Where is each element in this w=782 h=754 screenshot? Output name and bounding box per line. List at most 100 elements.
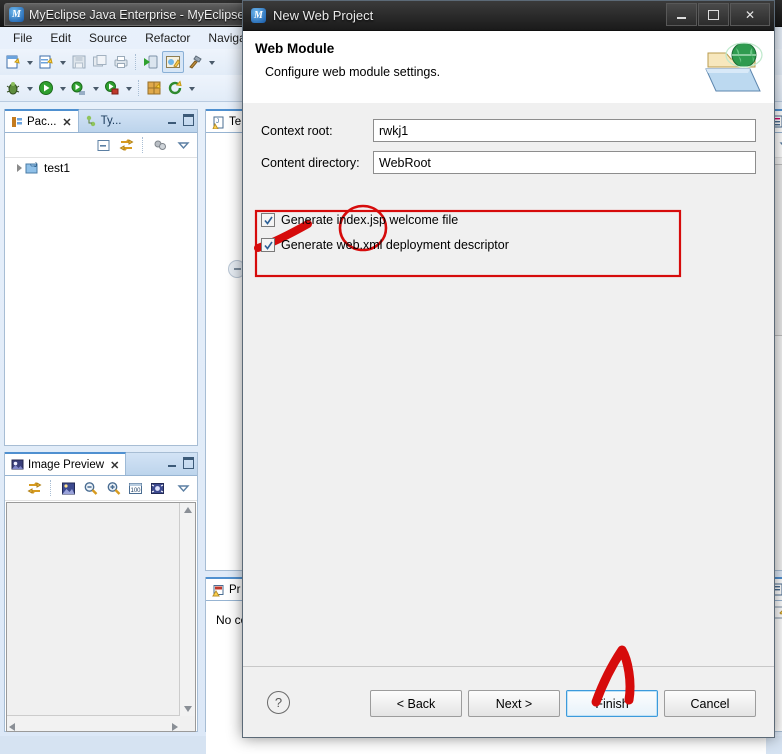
tab-type-hierarchy[interactable]: Ty... — [79, 110, 128, 132]
next-button[interactable]: Next > — [468, 690, 560, 717]
new-wizard-icon[interactable] — [3, 52, 23, 72]
original-size-icon[interactable] — [58, 478, 77, 498]
new-java-class-icon[interactable] — [36, 52, 56, 72]
field-spacer — [261, 183, 756, 207]
content-directory-input[interactable]: WebRoot — [373, 151, 756, 174]
dropdown-arrow-icon[interactable] — [206, 53, 217, 71]
package-explorer-toolbar[interactable] — [5, 133, 197, 158]
tab-package-explorer[interactable]: Pac... ✕ — [5, 109, 79, 132]
dialog-window-buttons[interactable]: ✕ — [666, 3, 770, 26]
tab-label: Pr — [229, 584, 241, 596]
fit-to-window-icon[interactable] — [148, 478, 167, 498]
back-button[interactable]: < Back — [370, 690, 462, 717]
myeclipse-wizard-icon: M — [251, 8, 266, 23]
close-icon[interactable]: ✕ — [62, 116, 71, 129]
manage-deployments-icon[interactable] — [162, 51, 184, 73]
package-explorer-body: J test1 — [5, 158, 197, 444]
zoom-out-icon[interactable] — [81, 478, 100, 498]
external-tools-icon[interactable] — [102, 78, 122, 98]
zoom-in-icon[interactable] — [103, 478, 122, 498]
generate-web-xml-row[interactable]: Generate web.xml deployment descriptor — [261, 238, 756, 252]
image-preview-canvas — [6, 502, 196, 732]
context-root-row: Context root: rwkj1 — [261, 119, 756, 142]
toolbar-separator — [142, 137, 144, 153]
dialog-body: Context root: rwkj1 Content directory: W… — [243, 103, 774, 667]
collapse-all-icon[interactable] — [93, 135, 113, 155]
horizontal-scrollbar[interactable] — [7, 715, 180, 731]
minimize-icon[interactable] — [666, 3, 697, 26]
scroll-down-arrow-icon[interactable] — [180, 702, 195, 716]
close-icon[interactable]: ✕ — [110, 459, 119, 472]
dropdown-arrow-icon[interactable] — [90, 79, 101, 97]
help-icon[interactable]: ? — [267, 691, 290, 714]
view-menu-icon[interactable] — [775, 135, 782, 155]
debug-bug-icon[interactable] — [3, 78, 23, 98]
dropdown-arrow-icon[interactable] — [24, 79, 35, 97]
scroll-left-arrow-icon[interactable] — [9, 720, 15, 731]
menu-file[interactable]: File — [4, 29, 41, 47]
tabbar-spacer — [126, 453, 163, 475]
maximize-view-button[interactable] — [180, 453, 197, 473]
svg-text:J: J — [34, 163, 37, 169]
dropdown-arrow-icon[interactable] — [57, 79, 68, 97]
deploy-icon[interactable] — [141, 52, 161, 72]
finish-button[interactable]: Finish — [566, 690, 658, 717]
view-menu-icon[interactable] — [173, 135, 193, 155]
print-icon[interactable] — [111, 52, 131, 72]
menu-edit[interactable]: Edit — [41, 29, 80, 47]
build-hammer-icon[interactable] — [185, 52, 205, 72]
image-preview-tabbar[interactable]: Image Preview ✕ — [5, 452, 197, 476]
minimize-view-button[interactable] — [163, 110, 180, 130]
tabbar-spacer — [128, 110, 164, 132]
toolbar-separator — [135, 54, 137, 70]
link-with-editor-icon[interactable] — [25, 478, 44, 498]
dropdown-arrow-icon[interactable] — [24, 53, 35, 71]
myeclipse-logo-icon: M — [9, 7, 24, 22]
scroll-right-arrow-icon[interactable] — [172, 720, 178, 731]
dropdown-arrow-icon[interactable] — [57, 53, 68, 71]
close-icon[interactable]: ✕ — [730, 3, 770, 26]
image-preview-view: Image Preview ✕ 100 — [4, 452, 198, 732]
ide-title-tab: M MyEclipse Java Enterprise - MyEclipse — [4, 3, 256, 26]
context-root-input[interactable]: rwkj1 — [373, 119, 756, 142]
menu-source[interactable]: Source — [80, 29, 136, 47]
toolbar-separator — [138, 80, 140, 96]
save-icon[interactable] — [69, 52, 89, 72]
menu-refactor[interactable]: Refactor — [136, 29, 199, 47]
dialog-title-bar: M New Web Project ✕ — [243, 1, 774, 31]
vertical-scrollbar[interactable] — [179, 503, 195, 716]
image-preview-toolbar[interactable]: 100 — [5, 476, 197, 501]
dialog-button-row[interactable]: < Back Next > Finish Cancel — [370, 690, 756, 717]
generate-index-jsp-row[interactable]: Generate index.jsp welcome file — [261, 213, 756, 227]
maximize-view-button[interactable] — [180, 110, 197, 130]
ide-title-text: MyEclipse Java Enterprise - MyEclipse — [29, 7, 245, 22]
tab-label: Te — [229, 116, 242, 128]
scroll-up-arrow-icon[interactable] — [180, 503, 195, 517]
generate-web-xml-checkbox[interactable] — [261, 238, 275, 252]
expand-arrow-icon[interactable] — [17, 164, 22, 172]
generate-web-xml-label: Generate web.xml deployment descriptor — [281, 238, 509, 252]
tab-image-preview[interactable]: Image Preview ✕ — [5, 452, 127, 475]
view-menu-icon[interactable] — [174, 478, 193, 498]
maximize-icon[interactable] — [698, 3, 729, 26]
dropdown-arrow-icon[interactable] — [186, 79, 197, 97]
run-icon[interactable] — [36, 78, 56, 98]
svg-text:J: J — [216, 119, 219, 125]
java-project-icon: J — [25, 163, 38, 174]
refresh-icon[interactable] — [165, 78, 185, 98]
link-with-editor-icon[interactable] — [116, 135, 136, 155]
new-package-icon[interactable] — [144, 78, 164, 98]
cancel-button[interactable]: Cancel — [664, 690, 756, 717]
svg-text:100: 100 — [130, 488, 141, 494]
tree-item-test1[interactable]: J test1 — [5, 158, 197, 175]
tab-label: Ty... — [100, 115, 122, 127]
view-filter-icon[interactable] — [150, 135, 170, 155]
save-all-icon[interactable] — [90, 52, 110, 72]
java-file-warning-icon: J — [212, 116, 224, 129]
dropdown-arrow-icon[interactable] — [123, 79, 134, 97]
minimize-view-button[interactable] — [163, 453, 180, 473]
package-explorer-tabbar[interactable]: Pac... ✕ Ty... — [5, 109, 197, 133]
zoom-100-icon[interactable]: 100 — [126, 478, 145, 498]
generate-index-jsp-checkbox[interactable] — [261, 213, 275, 227]
run-history-icon[interactable] — [69, 78, 89, 98]
